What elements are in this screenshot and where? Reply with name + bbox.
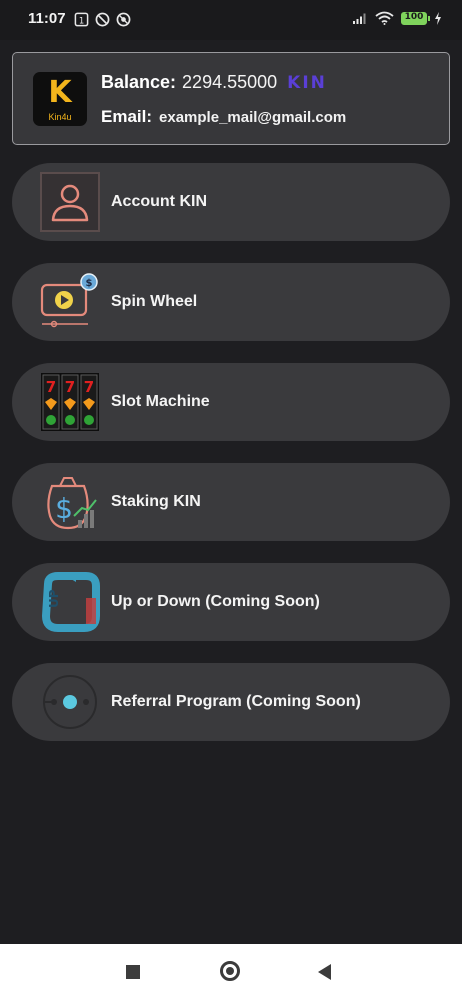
status-right-icons: 100 [352,11,442,25]
logo-text: Kin4u [48,112,72,122]
svg-text:$: $ [55,492,73,525]
menu-item-account-kin[interactable]: Account KIN [12,163,450,241]
notification-1-icon: 1 [74,12,89,27]
staking-icon: $ [47,477,97,530]
svg-text:UP: UP [47,589,61,608]
svg-text:7: 7 [65,378,75,396]
svg-text:1: 1 [79,15,84,25]
menu-item-label: Staking KIN [111,493,201,510]
balance-label: Balance: [101,72,177,92]
app-logo: K Kin4u [33,72,87,126]
spin-wheel-icon: $ [40,273,98,328]
status-left-icons: 1 [74,12,131,27]
logo-letter: K [48,75,72,110]
menu-item-spin-wheel[interactable]: $ Spin Wheel [12,263,450,341]
menu-item-slot-machine[interactable]: 7 7 7 Slot Machine [12,363,450,441]
svg-text:7: 7 [84,378,94,396]
status-bar: 11:07 1 100 [0,0,462,40]
menu-item-label: Slot Machine [111,393,210,410]
email-value: example_mail@gmail.com [159,109,347,126]
back-button[interactable] [318,964,331,980]
wifi-icon [375,11,394,25]
kin-currency-logo: KIN [287,73,327,93]
recents-button[interactable] [126,965,140,979]
account-icon [40,172,100,232]
home-button[interactable] [220,961,240,981]
menu-item-label: Referral Program (Coming Soon) [111,693,361,710]
menu-item-label: Up or Down (Coming Soon) [111,593,320,610]
up-or-down-icon: UP [41,572,100,632]
svg-text:$: $ [86,278,93,289]
balance-value: 2294.55000 [182,72,278,92]
menu-item-label: Account KIN [111,193,207,210]
signal-icon [353,13,366,24]
status-time: 11:07 [28,10,66,27]
battery-icon: 100 [401,11,430,25]
referral-icon [43,675,97,729]
vpn-icon [116,12,131,27]
balance-row: Balance: 2294.55000 KIN [101,72,327,93]
menu-item-referral-program[interactable]: Referral Program (Coming Soon) [12,663,450,741]
email-row: Email: example_mail@gmail.com [101,107,346,127]
account-header-card: K Kin4u Balance: 2294.55000 KIN Email: e… [12,52,450,145]
battery-level: 100 [404,11,424,22]
svg-text:7: 7 [46,378,56,396]
do-not-disturb-icon [95,12,110,27]
slot-machine-icon: 7 7 7 [41,373,99,431]
menu-item-label: Spin Wheel [111,293,198,310]
email-label: Email: [101,107,153,126]
charging-icon [435,11,441,25]
menu-item-up-or-down[interactable]: UP Up or Down (Coming Soon) [12,563,450,641]
menu-item-staking-kin[interactable]: $ Staking KIN [12,463,450,541]
system-nav-bar [0,944,462,1000]
